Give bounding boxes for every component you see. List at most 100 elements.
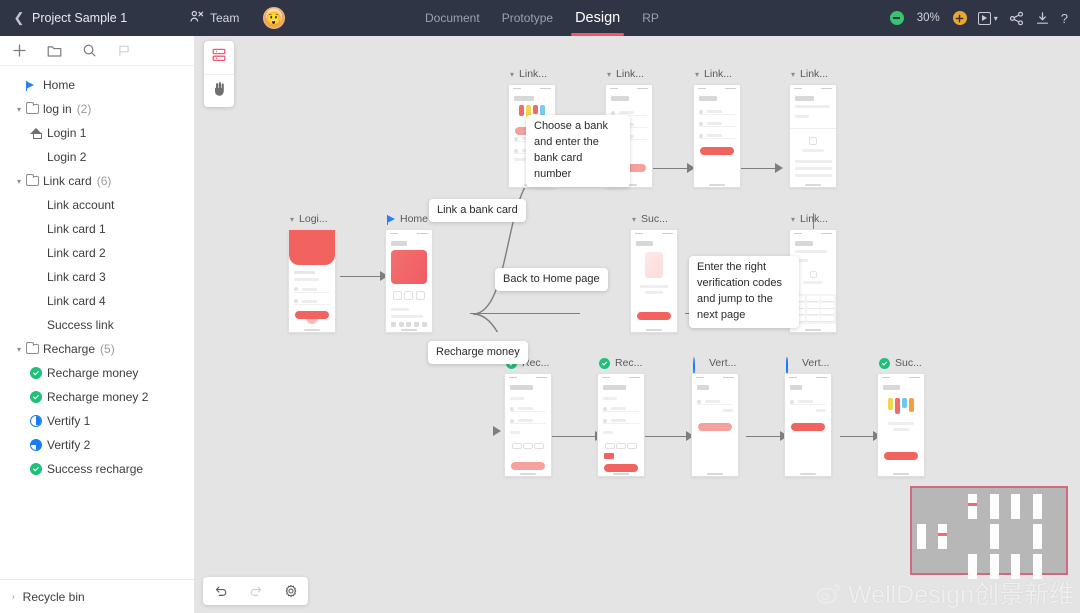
tree-item-label: Link card [43,174,92,188]
flow-node-vertify-1[interactable]: Vert... [691,356,739,477]
node-header[interactable]: Rec... [597,356,645,370]
chevron-down-icon[interactable]: ▾ [290,215,294,224]
weibo-logo-icon [816,581,843,605]
tree-item-count: (6) [97,174,112,188]
flag-blue-icon [387,215,395,223]
undo-button[interactable] [214,584,228,598]
node-header[interactable]: ▾ Link... [693,67,741,81]
tab-document[interactable]: Document [425,0,480,36]
tab-rp[interactable]: RP [642,0,659,36]
tooltip-choose-bank[interactable]: Choose a bank and enter the bank card nu… [526,115,630,187]
node-header[interactable]: ▾ Suc... [630,212,678,226]
node-title: Link... [519,68,547,80]
node-header[interactable]: ▾ Link... [789,67,837,81]
zoom-in-icon[interactable] [953,11,967,25]
node-title: Link... [616,68,644,80]
node-header[interactable]: ▾ Link... [508,67,556,81]
tree-item-link-card-4[interactable]: Link card 4 [0,289,194,313]
node-header[interactable]: ▾ Link... [605,67,653,81]
tree-folder-recharge[interactable]: ▾ Recharge (5) [0,337,194,361]
share-icon[interactable] [1009,11,1024,26]
chevron-down-icon[interactable]: ▾ [510,70,514,79]
minimap[interactable] [910,486,1068,575]
tab-design[interactable]: Design [575,0,620,36]
tree-item-home[interactable]: Home [0,73,194,97]
flow-node-recharge-money[interactable]: Rec... [504,356,552,477]
tab-prototype[interactable]: Prototype [502,0,553,36]
tree-item-login-2[interactable]: Login 2 [0,145,194,169]
node-header[interactable]: Suc... [877,356,925,370]
recycle-bin-item[interactable]: › Recycle bin [0,579,194,613]
zoom-level[interactable]: 30% [915,12,942,24]
chevron-down-icon[interactable]: ▾ [791,215,795,224]
chevron-down-icon[interactable]: ▾ [607,70,611,79]
chevron-down-icon[interactable]: ▾ [994,14,998,23]
flow-canvas[interactable]: ▾ Logi... Home [195,36,1080,613]
present-button[interactable]: ▾ [978,12,998,25]
tree-item-link-card-3[interactable]: Link card 3 [0,265,194,289]
tree-caret[interactable]: ▾ [12,105,26,114]
tree-item-login-1[interactable]: Login 1 [0,121,194,145]
tree-item-success-recharge[interactable]: Success recharge [0,457,194,481]
flowchart-tool-button[interactable] [204,41,234,74]
redo-button[interactable] [249,584,263,598]
flow-node-link-card-3[interactable]: ▾ Link... [789,67,837,188]
tree-item-vertify-2[interactable]: Vertify 2 [0,433,194,457]
flow-node-home[interactable]: Home [385,212,433,333]
tree-item-recharge-money[interactable]: Recharge money [0,361,194,385]
flow-node-success-recharge[interactable]: Suc... [877,356,925,477]
tree-item-recharge-money-2[interactable]: Recharge money 2 [0,385,194,409]
check-circle-icon [879,358,890,369]
tree-item-vertify-1[interactable]: Vertify 1 [0,409,194,433]
download-icon[interactable] [1035,11,1050,26]
tree-item-link-card-1[interactable]: Link card 1 [0,217,194,241]
zoom-out-icon[interactable] [890,11,904,25]
new-folder-icon[interactable] [47,44,62,58]
node-title: Vert... [802,357,829,369]
node-header[interactable]: ▾ Logi... [288,212,336,226]
tree-item-label: Success link [47,318,114,332]
page-tree: Home ▾ log in (2) Login 1 Login 2 ▾ Link… [0,66,194,579]
tree-folder-log-in[interactable]: ▾ log in (2) [0,97,194,121]
search-icon[interactable] [82,43,97,58]
settings-button[interactable] [284,584,298,598]
flow-node-success-link[interactable]: ▾ Suc... [630,212,678,333]
flag-icon[interactable] [117,44,131,58]
flow-node-vertify-2[interactable]: Vert... [784,356,832,477]
minimap-thumb [968,494,977,519]
label-back-to-home-page[interactable]: Back to Home page [495,268,608,291]
tree-item-label: Link card 2 [47,246,106,260]
node-header[interactable]: Vert... [784,356,832,370]
pie-progress-icon [786,358,797,369]
help-button[interactable]: ? [1061,11,1068,26]
flow-node-login[interactable]: ▾ Logi... [288,212,336,333]
node-preview [288,229,336,333]
node-preview [789,84,837,188]
back-icon[interactable]: ❮ [12,10,26,26]
add-icon[interactable] [12,43,27,58]
tree-caret[interactable]: ▾ [12,345,26,354]
minimap-thumb [990,554,999,579]
tree-item-link-card-2[interactable]: Link card 2 [0,241,194,265]
label-link-a-bank-card[interactable]: Link a bank card [429,199,526,222]
node-header[interactable]: Vert... [691,356,739,370]
node-header[interactable]: Home [385,212,433,226]
chevron-down-icon[interactable]: ▾ [791,70,795,79]
node-header[interactable]: ▾ Link... [789,212,837,226]
tooltip-verification-codes[interactable]: Enter the right verification codes and j… [689,256,799,328]
tree-folder-link-card[interactable]: ▾ Link card (6) [0,169,194,193]
tree-item-label: Success recharge [47,462,143,476]
chevron-down-icon[interactable]: ▾ [695,70,699,79]
tree-item-label: log in [43,102,72,116]
top-bar: ❮ Project Sample 1 Team 😲 Document Proto… [0,0,1080,36]
team-button[interactable]: Team [190,10,239,26]
avatar[interactable]: 😲 [263,7,285,29]
label-recharge-money[interactable]: Recharge money [428,341,528,364]
tree-item-link-account[interactable]: Link account [0,193,194,217]
tree-item-success-link[interactable]: Success link [0,313,194,337]
flow-node-recharge-money-2[interactable]: Rec... [597,356,645,477]
flow-node-link-card-2[interactable]: ▾ Link... [693,67,741,188]
chevron-down-icon[interactable]: ▾ [632,215,636,224]
tree-caret[interactable]: ▾ [12,177,26,186]
hand-tool-button[interactable] [204,74,234,107]
